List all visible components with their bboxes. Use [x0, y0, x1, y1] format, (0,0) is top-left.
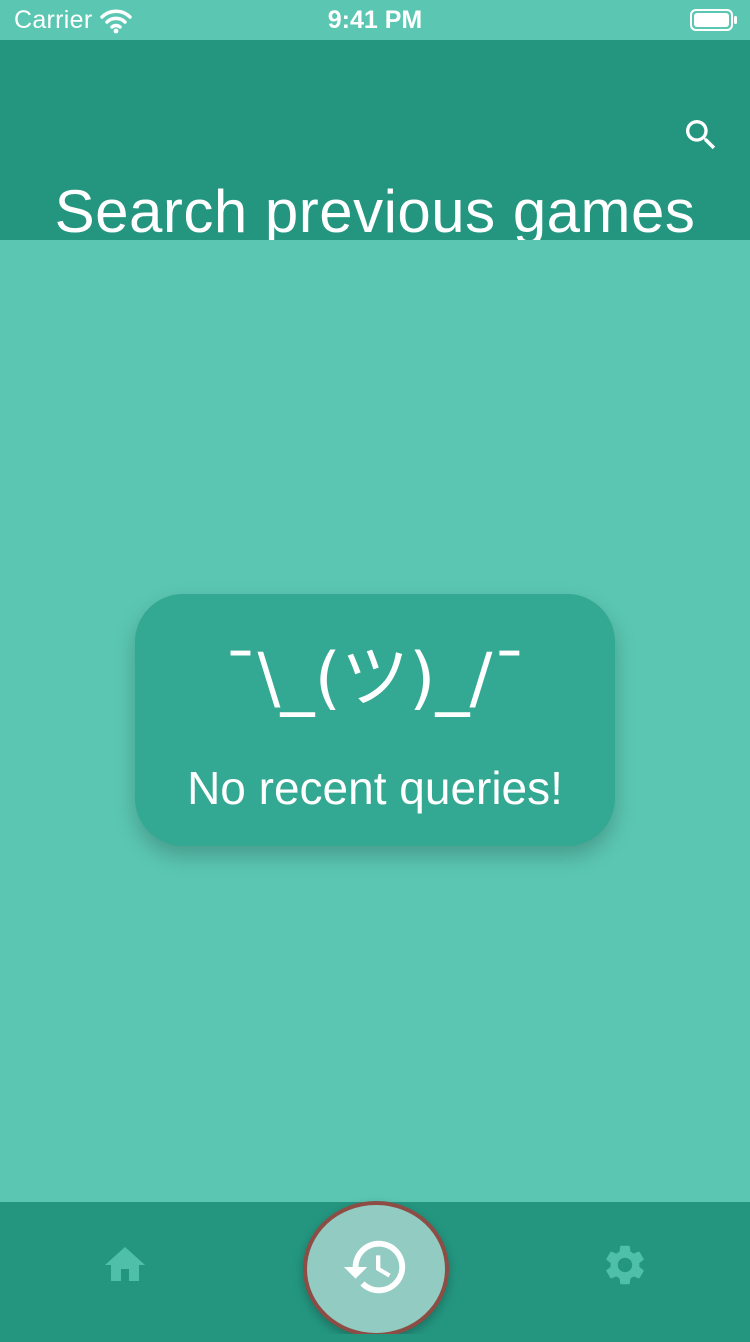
shrug-emoticon: ¯\_(ツ)_/¯: [223, 639, 527, 718]
bottom-edge: [0, 1334, 750, 1342]
empty-state-card: ¯\_(ツ)_/¯ No recent queries!: [135, 594, 615, 846]
history-icon: [341, 1232, 411, 1307]
content-area: ¯\_(ツ)_/¯ No recent queries!: [0, 240, 750, 1202]
bottom-navigation: [0, 1201, 750, 1342]
app-bar: Search previous games: [0, 40, 750, 245]
home-icon: [101, 1241, 149, 1294]
nav-history-button[interactable]: [303, 1201, 449, 1337]
status-bar: Carrier 9:41 PM: [0, 0, 750, 40]
status-time: 9:41 PM: [327, 6, 423, 34]
search-icon: [681, 115, 721, 160]
search-button[interactable]: [676, 112, 726, 162]
nav-settings-button[interactable]: [595, 1237, 655, 1297]
empty-state-message: No recent queries!: [187, 762, 563, 814]
page-title: Search previous games: [54, 178, 696, 245]
battery-icon: [690, 9, 738, 31]
gear-icon: [601, 1241, 649, 1294]
nav-home-button[interactable]: [95, 1237, 155, 1297]
